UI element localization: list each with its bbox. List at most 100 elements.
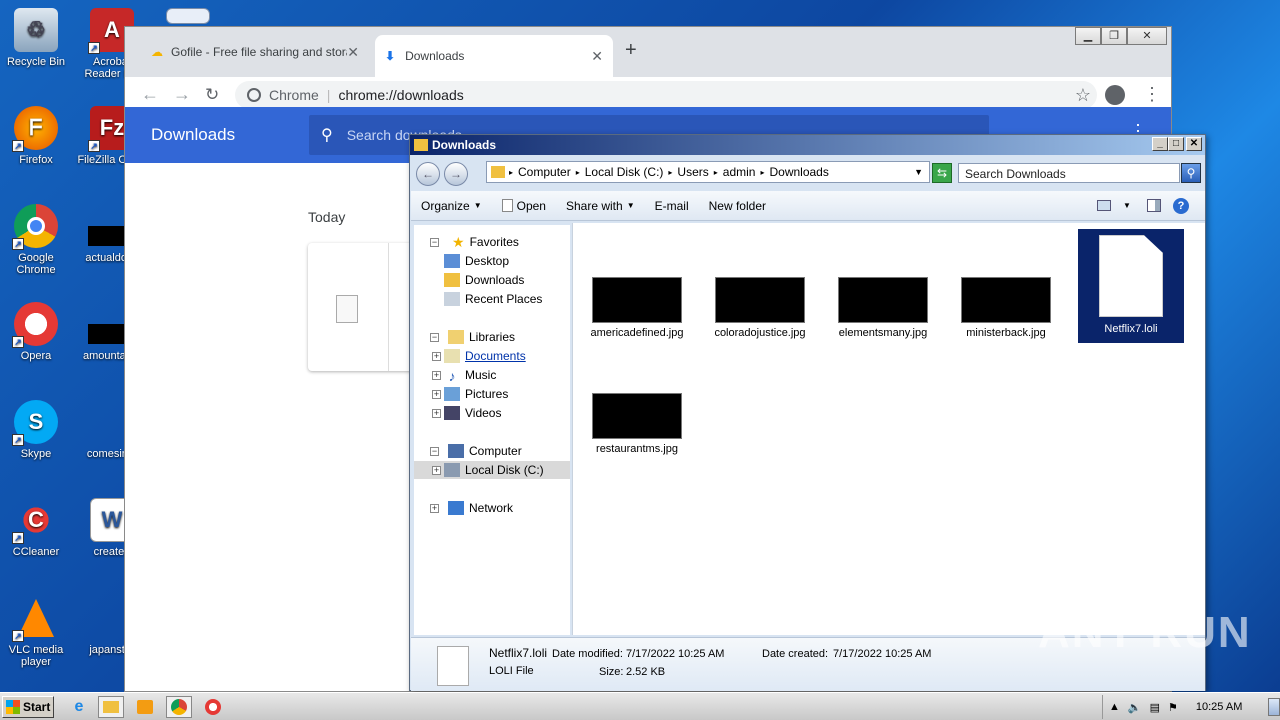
nav-favorites[interactable]: − ★ Favorites: [430, 233, 519, 251]
download-card[interactable]: [308, 243, 418, 371]
forward-arrow-icon[interactable]: →: [173, 84, 191, 105]
nav-local-disk[interactable]: + Local Disk (C:): [414, 461, 570, 479]
image-thumbnail: [715, 277, 805, 323]
flag-icon[interactable]: ⚑: [1168, 701, 1178, 714]
expand-icon[interactable]: +: [432, 370, 441, 380]
search-input[interactable]: Search Downloads: [958, 163, 1180, 183]
nav-downloads[interactable]: Downloads: [444, 271, 524, 289]
profile-avatar-icon[interactable]: [1105, 84, 1125, 105]
internet-explorer-icon[interactable]: e: [66, 696, 92, 718]
open-label: Open: [516, 198, 546, 213]
clock[interactable]: 10:25 AM: [1196, 701, 1242, 713]
close-tab-icon[interactable]: ✕: [347, 44, 359, 61]
nav-libraries[interactable]: − Libraries: [430, 328, 515, 346]
maximize-button[interactable]: □: [1168, 137, 1184, 151]
expand-icon[interactable]: +: [432, 351, 441, 361]
back-arrow-icon[interactable]: ←: [141, 84, 159, 105]
share-with-button[interactable]: Share with ▼: [556, 199, 645, 213]
start-button[interactable]: Start: [2, 696, 54, 718]
forward-button[interactable]: →: [444, 162, 468, 186]
minimize-button[interactable]: ▁: [1075, 27, 1101, 45]
show-hidden-icons-icon[interactable]: ▲: [1109, 701, 1120, 713]
desktop-icon-vlc[interactable]: ↗ VLC media player: [0, 596, 72, 668]
expand-icon[interactable]: +: [432, 465, 441, 475]
collapse-icon[interactable]: −: [430, 332, 439, 342]
file-name: americadefined.jpg: [590, 327, 684, 339]
nav-pictures[interactable]: + Pictures: [432, 385, 508, 403]
nav-desktop[interactable]: Desktop: [444, 252, 509, 270]
search-icon[interactable]: ⚲: [1181, 163, 1201, 183]
tab-downloads[interactable]: ⬇ Downloads ✕: [375, 35, 613, 77]
file-item[interactable]: elementsmany.jpg: [833, 277, 933, 339]
volume-icon[interactable]: 🔈: [1128, 701, 1142, 714]
media-player-icon[interactable]: [132, 696, 158, 718]
desktop-icon-recycle-bin[interactable]: ♲ Recycle Bin: [0, 8, 72, 68]
image-thumbnail: [592, 277, 682, 323]
file-item[interactable]: ministerback.jpg: [956, 277, 1056, 339]
desktop-icon-label: Firefox: [19, 154, 53, 166]
explorer-taskbar-button[interactable]: [98, 696, 124, 718]
new-tab-button[interactable]: +: [625, 39, 637, 62]
address-bar[interactable]: ▸ Computer ▸ Local Disk (C:) ▸ Users ▸ admi…: [486, 161, 930, 183]
nav-music[interactable]: + ♪ Music: [432, 366, 496, 384]
view-icon[interactable]: [1097, 200, 1111, 211]
expand-icon[interactable]: +: [432, 389, 441, 399]
details-size-value: 2.52 KB: [626, 666, 666, 678]
refresh-icon[interactable]: ⇆: [932, 163, 952, 183]
tab-gofile[interactable]: ☁ Gofile - Free file sharing and storage…: [141, 37, 369, 67]
desktop-icon-ccleaner[interactable]: C ↗ CCleaner: [0, 498, 72, 558]
breadcrumb-users[interactable]: Users: [672, 165, 713, 179]
omnibox[interactable]: Chrome | chrome://downloads ☆: [235, 81, 1097, 109]
file-item-selected[interactable]: Netflix7.loli: [1078, 229, 1184, 343]
breadcrumb-computer[interactable]: Computer: [513, 165, 576, 179]
file-item[interactable]: restaurantms.jpg: [587, 393, 687, 455]
back-button[interactable]: ←: [416, 162, 440, 186]
network-icon[interactable]: ▤: [1150, 701, 1160, 714]
open-button[interactable]: Open: [492, 199, 556, 213]
file-name: coloradojustice.jpg: [714, 327, 806, 339]
desktop-icon-document[interactable]: [152, 8, 224, 28]
organize-button[interactable]: Organize ▼: [411, 199, 492, 213]
new-folder-button[interactable]: New folder: [699, 199, 776, 213]
chevron-down-icon[interactable]: ▼: [1123, 201, 1131, 210]
desktop-icon-skype[interactable]: S ↗ Skype: [0, 400, 72, 460]
skype-icon: S ↗: [12, 400, 58, 446]
email-button[interactable]: E-mail: [645, 199, 699, 213]
close-tab-icon[interactable]: ✕: [591, 48, 603, 65]
breadcrumb-admin[interactable]: admin: [718, 165, 761, 179]
desktop-icon-opera[interactable]: ↗ Opera: [0, 302, 72, 362]
nav-documents[interactable]: + Documents: [432, 347, 526, 365]
nav-label: Computer: [469, 444, 522, 458]
breadcrumb-downloads[interactable]: Downloads: [764, 165, 833, 179]
expand-icon[interactable]: +: [432, 408, 441, 418]
gofile-favicon-icon: ☁: [151, 45, 163, 59]
show-desktop-button[interactable]: [1268, 698, 1280, 716]
maximize-button[interactable]: ❐: [1101, 27, 1127, 45]
minimize-button[interactable]: _: [1152, 137, 1168, 151]
close-button[interactable]: ✕: [1127, 27, 1167, 45]
breadcrumb-local-disk[interactable]: Local Disk (C:): [580, 165, 669, 179]
opera-taskbar-icon[interactable]: [200, 696, 226, 718]
nav-network[interactable]: + Network: [430, 499, 513, 517]
chrome-taskbar-button[interactable]: [166, 696, 192, 718]
downloads-folder-icon: [444, 273, 460, 287]
file-item[interactable]: coloradojustice.jpg: [710, 277, 810, 339]
expand-icon[interactable]: +: [430, 503, 439, 513]
desktop-icon-firefox[interactable]: ᖴ ↗ Firefox: [0, 106, 72, 166]
desktop-icon-chrome[interactable]: ↗ Google Chrome: [0, 204, 72, 276]
bookmark-star-icon[interactable]: ☆: [1075, 85, 1091, 106]
nav-recent-places[interactable]: Recent Places: [444, 290, 542, 308]
nav-label: Favorites: [469, 235, 519, 249]
nav-videos[interactable]: + Videos: [432, 404, 501, 422]
nav-computer[interactable]: − Computer: [430, 442, 522, 460]
chevron-down-icon[interactable]: ▼: [914, 167, 923, 177]
chrome-menu-icon[interactable]: ⋮: [1143, 84, 1161, 105]
collapse-icon[interactable]: −: [430, 446, 439, 456]
collapse-icon[interactable]: −: [430, 237, 439, 247]
help-icon[interactable]: ?: [1173, 197, 1189, 214]
preview-pane-icon[interactable]: [1147, 199, 1161, 212]
reload-icon[interactable]: ↻: [205, 85, 219, 105]
file-item[interactable]: americadefined.jpg: [587, 277, 687, 339]
start-label: Start: [23, 700, 51, 714]
close-button[interactable]: ✕: [1186, 137, 1202, 151]
